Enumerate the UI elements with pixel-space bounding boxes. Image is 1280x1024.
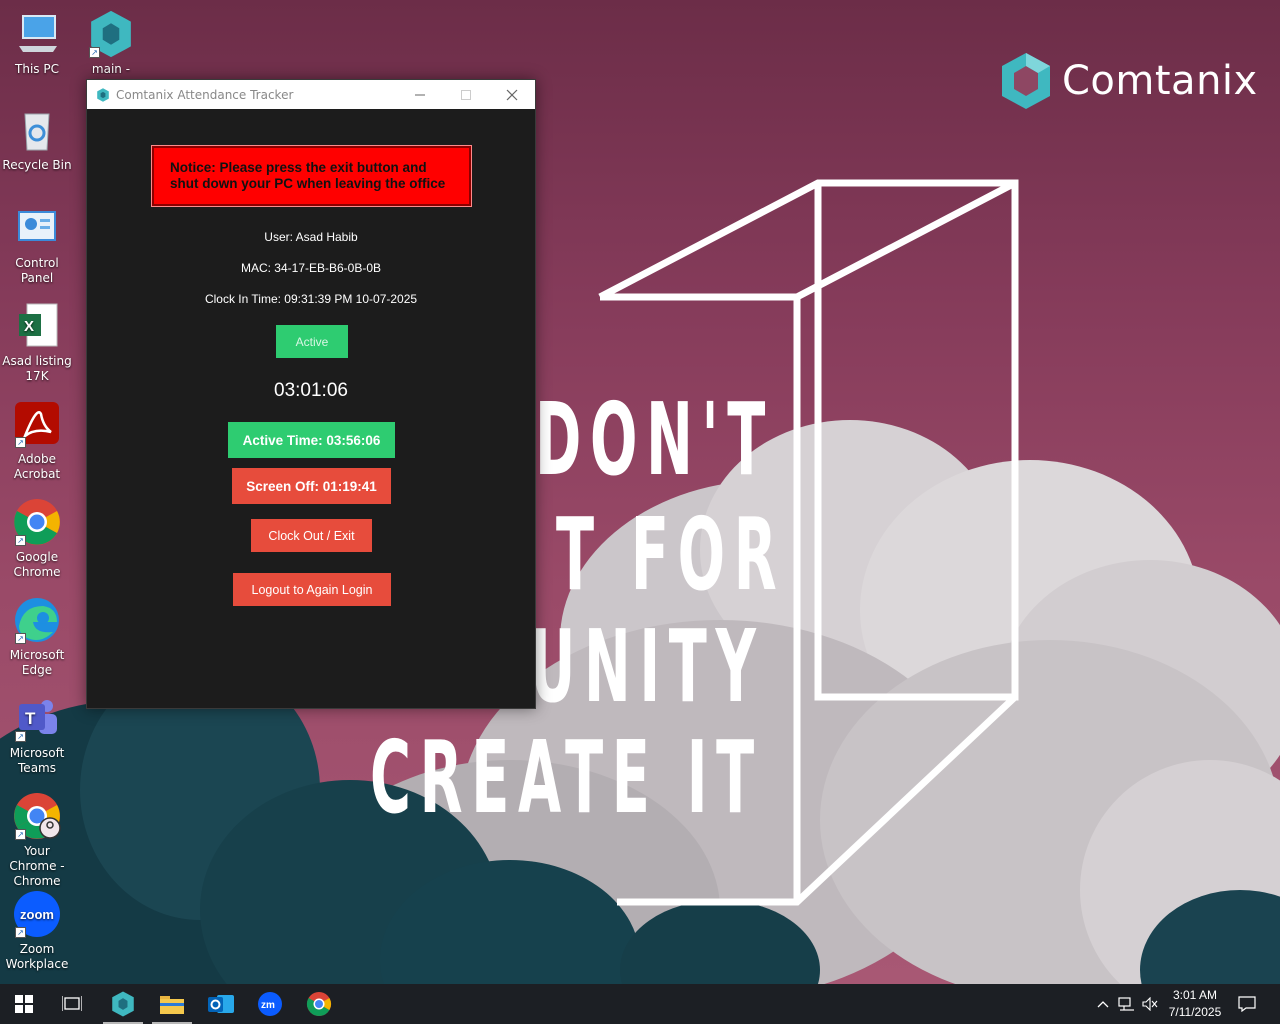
desktop-icon-recycle-bin[interactable]: Recycle Bin bbox=[0, 106, 74, 173]
zoom-icon: zoom ↗ bbox=[13, 890, 61, 938]
desktop-icon-zoom[interactable]: zoom ↗ Zoom Workplace bbox=[0, 890, 74, 972]
maximize-icon bbox=[461, 89, 471, 100]
outlook-icon bbox=[208, 995, 234, 1013]
shortcut-arrow-icon: ↗ bbox=[15, 535, 26, 546]
close-button[interactable] bbox=[489, 80, 535, 109]
control-panel-icon bbox=[13, 204, 61, 252]
user-label: User: Asad Habib bbox=[264, 230, 358, 244]
taskbar: zm 3:01 AM 7/11/2025 bbox=[0, 984, 1280, 1024]
desktop-icon-control-panel[interactable]: Control Panel bbox=[0, 204, 74, 286]
desktop-icon-microsoft-edge[interactable]: ↗ Microsoft Edge bbox=[0, 596, 74, 678]
svg-text:zm: zm bbox=[261, 1000, 275, 1011]
minimize-icon bbox=[415, 94, 425, 95]
shortcut-arrow-icon: ↗ bbox=[89, 47, 100, 58]
task-view-button[interactable] bbox=[48, 984, 96, 1024]
shortcut-arrow-icon: ↗ bbox=[15, 927, 26, 938]
slogan-line-1: DON'T bbox=[535, 381, 774, 498]
shortcut-arrow-icon: ↗ bbox=[15, 731, 26, 742]
logout-login-button[interactable]: Logout to Again Login bbox=[233, 573, 391, 606]
status-badge: Active bbox=[276, 325, 348, 358]
taskbar-chrome[interactable] bbox=[295, 984, 343, 1024]
desktop-icon-label: Google Chrome bbox=[13, 550, 61, 579]
this-pc-icon bbox=[13, 10, 61, 58]
desktop-icon-main-shortcut[interactable]: ↗ main - Shortcut bbox=[74, 10, 148, 74]
clock-date: 7/11/2025 bbox=[1168, 1005, 1222, 1019]
desktop-icon-label: Your Chrome - Chrome bbox=[9, 844, 65, 888]
show-hidden-icons-button[interactable] bbox=[1092, 984, 1114, 1024]
window-titlebar[interactable]: Comtanix Attendance Tracker bbox=[87, 80, 535, 109]
slogan-line-2: T FOR bbox=[556, 496, 786, 613]
chrome-profile-icon: ↗ bbox=[13, 792, 61, 840]
chevron-up-icon bbox=[1097, 1001, 1109, 1008]
shortcut-arrow-icon: ↗ bbox=[15, 437, 26, 448]
clock-time: 3:01 AM bbox=[1172, 988, 1218, 1002]
desktop-icon-label: Adobe Acrobat bbox=[13, 452, 61, 481]
slogan-line-4: CREATE IT bbox=[370, 719, 763, 836]
taskbar-clock[interactable]: 3:01 AM 7/11/2025 bbox=[1160, 987, 1230, 1021]
desktop-icon-google-chrome[interactable]: ↗ Google Chrome bbox=[0, 498, 74, 580]
desktop-icon-chrome-profile[interactable]: ↗ Your Chrome - Chrome bbox=[0, 792, 74, 889]
clock-in-time-label: Clock In Time: 09:31:39 PM 10-07-2025 bbox=[204, 292, 418, 306]
start-button[interactable] bbox=[0, 984, 48, 1024]
taskbar-comtanix-app[interactable] bbox=[99, 984, 147, 1024]
slogan-line-3: UNITY bbox=[530, 608, 765, 725]
notification-icon bbox=[1238, 996, 1256, 1012]
volume-muted-icon bbox=[1142, 997, 1158, 1011]
desktop-icon-microsoft-teams[interactable]: T ↗ Microsoft Teams bbox=[0, 694, 74, 776]
clock-out-exit-button[interactable]: Clock Out / Exit bbox=[251, 519, 372, 552]
exit-notice-banner: Notice: Please press the exit button and… bbox=[151, 145, 472, 207]
adobe-acrobat-icon: ↗ bbox=[13, 400, 61, 448]
comtanix-app-icon bbox=[96, 87, 110, 102]
desktop-icon-label: Microsoft Edge bbox=[9, 648, 65, 677]
screen-off-display: Screen Off: 01:19:41 bbox=[232, 468, 391, 504]
shortcut-arrow-icon: ↗ bbox=[15, 829, 26, 840]
svg-text:zoom: zoom bbox=[20, 907, 54, 922]
maximize-button[interactable] bbox=[443, 80, 489, 109]
volume-button[interactable] bbox=[1139, 984, 1161, 1024]
zoom-icon: zm bbox=[258, 992, 282, 1016]
attendance-tracker-window[interactable]: Comtanix Attendance Tracker Notice: Plea… bbox=[86, 79, 536, 709]
taskbar-file-explorer[interactable] bbox=[148, 984, 196, 1024]
desktop-icon-label: Control Panel bbox=[15, 256, 59, 285]
edge-icon: ↗ bbox=[13, 596, 61, 644]
comtanix-logo-icon bbox=[1000, 52, 1052, 110]
desktop-icon-label: main - Shortcut bbox=[91, 62, 131, 74]
session-timer: 03:01:06 bbox=[274, 380, 348, 401]
brand-name: Comtanix bbox=[1062, 58, 1258, 104]
comtanix-app-icon bbox=[112, 991, 134, 1017]
desktop-icon-label: Recycle Bin bbox=[2, 158, 72, 172]
comtanix-brand: Comtanix bbox=[1000, 52, 1258, 110]
chrome-icon: ↗ bbox=[13, 498, 61, 546]
desktop-icon-adobe-acrobat[interactable]: ↗ Adobe Acrobat bbox=[0, 400, 74, 482]
windows-logo-icon bbox=[15, 995, 33, 1013]
desktop-icon-label: This PC bbox=[15, 62, 59, 76]
shortcut-arrow-icon: ↗ bbox=[15, 633, 26, 644]
svg-text:X: X bbox=[24, 318, 34, 335]
desktop-icon-excel-file[interactable]: X Asad listing 17K bbox=[0, 302, 74, 384]
comtanix-app-icon: ↗ bbox=[87, 10, 135, 58]
active-time-display: Active Time: 03:56:06 bbox=[228, 422, 395, 458]
minimize-button[interactable] bbox=[397, 80, 443, 109]
taskbar-outlook[interactable] bbox=[197, 984, 245, 1024]
mac-address-label: MAC: 34-17-EB-B6-0B-0B bbox=[240, 261, 382, 275]
recycle-bin-icon bbox=[13, 106, 61, 154]
chrome-icon bbox=[306, 992, 332, 1017]
network-button[interactable] bbox=[1115, 984, 1139, 1024]
desktop-icon-label: Microsoft Teams bbox=[9, 746, 65, 775]
teams-icon: T ↗ bbox=[13, 694, 61, 742]
taskbar-zoom[interactable]: zm bbox=[246, 984, 294, 1024]
desktop-icon-label: Asad listing 17K bbox=[2, 354, 72, 383]
desktop-icon-this-pc[interactable]: This PC bbox=[0, 10, 74, 77]
task-view-icon bbox=[62, 996, 82, 1011]
action-center-button[interactable] bbox=[1230, 984, 1264, 1024]
svg-text:T: T bbox=[25, 709, 36, 728]
close-icon bbox=[506, 89, 518, 100]
desktop-icon-label: Zoom Workplace bbox=[5, 942, 69, 971]
window-title: Comtanix Attendance Tracker bbox=[116, 87, 294, 102]
excel-file-icon: X bbox=[13, 302, 61, 350]
file-explorer-icon bbox=[160, 996, 184, 1014]
network-icon bbox=[1118, 997, 1134, 1011]
